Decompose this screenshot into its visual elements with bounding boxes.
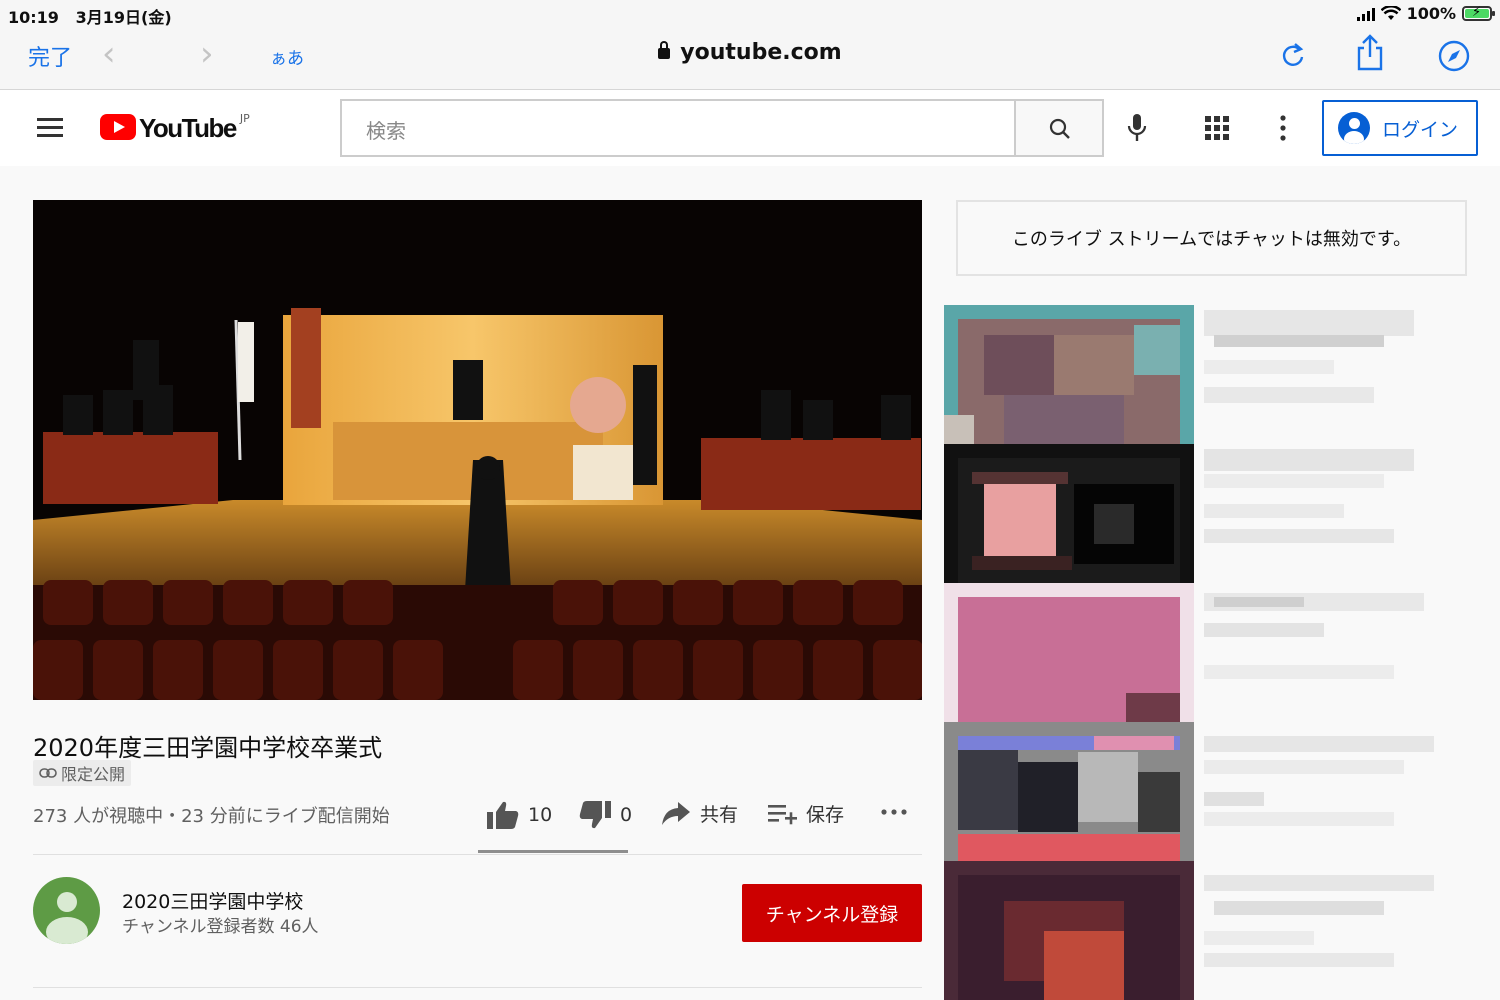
youtube-logo[interactable]: YouTube JP <box>100 112 250 143</box>
login-button[interactable]: ログイン <box>1322 100 1478 156</box>
status-bar: 10:19 3月19日(金) 100% ⚡ <box>0 0 1500 28</box>
video-info-blurred <box>1194 583 1434 722</box>
video-meta: 273 人が視聴中・23 分前にライブ配信開始 <box>33 806 390 827</box>
address-bar[interactable]: youtube.com <box>0 40 1500 65</box>
video-thumbnail <box>944 444 1194 583</box>
recommended-video[interactable] <box>944 861 1434 1000</box>
dislike-button[interactable]: 0 <box>578 800 632 830</box>
privacy-label: 限定公開 <box>61 765 126 784</box>
video-thumbnail <box>944 861 1194 1000</box>
compass-icon[interactable] <box>1437 39 1471 73</box>
video-thumbnail <box>944 305 1194 444</box>
video-thumbnail <box>944 722 1194 861</box>
share-icon[interactable] <box>1354 34 1386 72</box>
play-logo-icon <box>100 114 136 140</box>
battery-icon: ⚡ <box>1462 5 1495 21</box>
logo-text: YouTube <box>139 113 237 143</box>
thumbs-up-icon <box>487 801 519 829</box>
more-vert-icon[interactable] <box>1279 115 1287 141</box>
search-input[interactable]: 検索 <box>340 99 1016 157</box>
status-time: 10:19 3月19日(金) <box>8 8 172 27</box>
recommended-video[interactable] <box>944 305 1434 445</box>
search-button[interactable] <box>1014 99 1104 157</box>
link-icon <box>39 768 57 778</box>
recommended-video[interactable] <box>944 444 1434 584</box>
like-button[interactable]: 10 <box>486 800 552 830</box>
apps-grid-icon[interactable] <box>1205 116 1229 140</box>
youtube-header: YouTube JP 検索 ログイン <box>0 90 1500 166</box>
recommended-video[interactable] <box>944 722 1434 862</box>
menu-icon[interactable] <box>37 118 63 138</box>
country-code: JP <box>239 112 250 125</box>
video-frame <box>33 200 922 700</box>
like-count: 10 <box>528 804 553 826</box>
privacy-badge: 限定公開 <box>33 760 132 786</box>
video-info-blurred <box>1194 444 1434 583</box>
chat-disabled-notice: このライブ ストリームではチャットは無効です。 <box>956 200 1467 276</box>
lock-icon <box>658 41 671 59</box>
more-horiz-icon <box>881 809 907 815</box>
like-sentiment-bar <box>478 850 628 853</box>
wifi-icon <box>1380 6 1401 20</box>
subscribe-button[interactable]: チャンネル登録 <box>742 884 922 942</box>
recommended-video[interactable] <box>944 583 1434 723</box>
share-video-button[interactable]: 共有 <box>660 800 738 827</box>
login-label: ログイン <box>1382 118 1459 141</box>
more-actions-button[interactable] <box>880 808 908 816</box>
search-icon <box>1049 118 1070 139</box>
video-info-blurred <box>1194 722 1434 861</box>
share-label: 共有 <box>700 804 739 826</box>
microphone-icon[interactable] <box>1126 112 1148 144</box>
reload-icon[interactable] <box>1280 41 1306 69</box>
video-title: 2020年度三田学園中学校卒業式 <box>33 734 383 762</box>
video-player[interactable] <box>33 200 922 700</box>
save-label: 保存 <box>806 804 845 826</box>
cellular-signal-icon <box>1356 7 1375 21</box>
thumbs-down-icon <box>579 801 611 829</box>
battery-percent: 100% <box>1406 4 1456 23</box>
dislike-count: 0 <box>620 804 633 826</box>
video-info-blurred <box>1194 305 1434 444</box>
share-arrow-icon <box>662 801 690 825</box>
video-info-blurred <box>1194 861 1434 1000</box>
save-button[interactable]: 保存 <box>768 800 844 827</box>
channel-name[interactable]: 2020三田学園中学校 <box>122 887 303 914</box>
video-thumbnail <box>944 583 1194 722</box>
divider <box>33 854 922 855</box>
channel-avatar[interactable] <box>33 877 100 944</box>
subscriber-count: チャンネル登録者数 46人 <box>122 917 319 937</box>
divider <box>33 987 922 988</box>
account-icon <box>1338 112 1370 144</box>
playlist-add-icon <box>768 804 797 824</box>
url-text: youtube.com <box>680 40 842 65</box>
status-right: 100% ⚡ <box>1356 4 1495 23</box>
safari-toolbar: 完了 ‹ › ぁあ youtube.com <box>0 28 1500 90</box>
